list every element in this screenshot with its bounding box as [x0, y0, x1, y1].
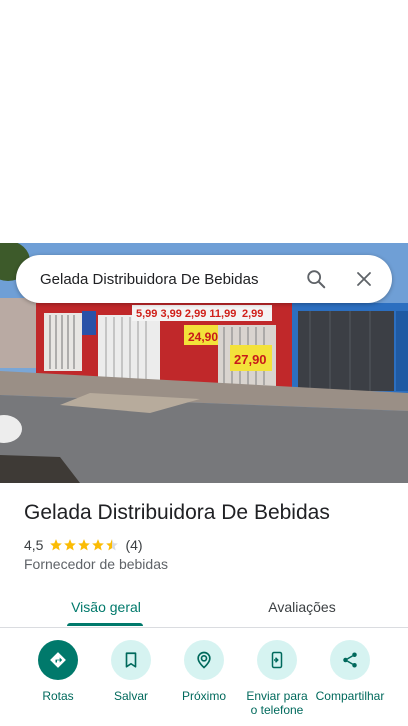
bookmark-icon[interactable]	[111, 640, 151, 680]
search-icon[interactable]	[292, 255, 340, 303]
action-row: Rotas Salvar Próximo Enviar para o telef…	[0, 640, 408, 726]
save-label: Salvar	[113, 689, 148, 703]
nearby-label: Próximo	[181, 689, 226, 703]
tab-overview[interactable]: Visão geral	[54, 586, 158, 628]
star-icon	[50, 539, 63, 551]
star-icon	[92, 539, 105, 551]
directions-icon[interactable]	[38, 640, 78, 680]
tab-indicator	[67, 623, 143, 626]
blank-area	[0, 0, 408, 243]
directions-label: Rotas	[42, 689, 74, 703]
share-icon[interactable]	[330, 640, 370, 680]
share-label: Compartilhar	[315, 689, 385, 703]
search-input[interactable]: Gelada Distribuidora De Bebidas	[16, 271, 292, 288]
place-category: Fornecedor de bebidas	[24, 556, 168, 572]
place-title: Gelada Distribuidora De Bebidas	[24, 501, 330, 524]
star-icon	[64, 539, 77, 551]
nearby-button[interactable]: Próximo	[164, 640, 244, 703]
send-to-phone-label: Enviar para o telefone	[246, 689, 308, 717]
save-button[interactable]: Salvar	[91, 640, 171, 703]
nearby-icon[interactable]	[184, 640, 224, 680]
close-icon[interactable]	[340, 255, 388, 303]
rating-value: 4,5	[24, 537, 44, 553]
tab-reviews[interactable]: Avaliações	[250, 586, 354, 628]
tab-bar: Visão geral Avaliações	[0, 586, 408, 628]
rating-stars	[49, 538, 119, 552]
send-to-phone-icon[interactable]	[257, 640, 297, 680]
half-star-icon	[106, 539, 119, 551]
search-bar[interactable]: Gelada Distribuidora De Bebidas	[16, 255, 392, 303]
review-count: (4)	[125, 537, 143, 553]
svg-text:27,90: 27,90	[234, 352, 267, 367]
price-sign: 5,99 3,99 2,99 11,99	[136, 308, 236, 320]
directions-button[interactable]: Rotas	[18, 640, 98, 703]
star-icon	[78, 539, 91, 551]
svg-text:24,90: 24,90	[188, 330, 218, 344]
share-button[interactable]: Compartilhar	[310, 640, 390, 703]
rating-row[interactable]: 4,5 (4)	[24, 536, 143, 554]
send-to-phone-button[interactable]: Enviar para o telefone	[237, 640, 317, 717]
svg-text:2,99: 2,99	[242, 308, 263, 320]
